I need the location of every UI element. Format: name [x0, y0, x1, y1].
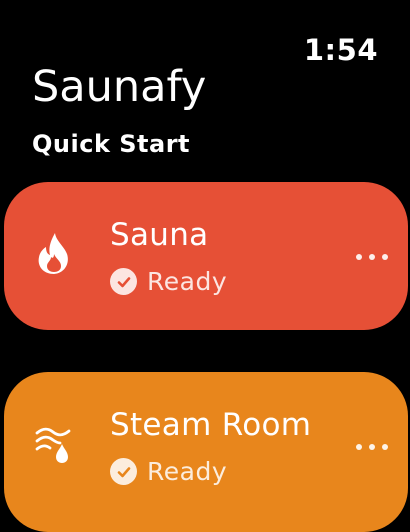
- steam-room-card[interactable]: Steam Room Ready: [4, 372, 408, 532]
- more-dot-icon: [356, 444, 362, 450]
- steam-icon: [35, 427, 71, 463]
- more-dot-icon: [369, 254, 375, 260]
- more-dot-icon: [382, 444, 388, 450]
- steam-room-card-status: Ready: [110, 458, 227, 485]
- flame-icon: [38, 233, 68, 274]
- sauna-more-button[interactable]: [356, 250, 388, 264]
- status-time: 1:54: [303, 33, 378, 67]
- sauna-status-label: Ready: [147, 267, 228, 296]
- section-title: Quick Start: [32, 130, 191, 158]
- sauna-card[interactable]: Sauna Ready: [4, 182, 408, 330]
- more-dot-icon: [382, 254, 388, 260]
- more-dot-icon: [356, 254, 362, 260]
- sauna-card-name: Sauna: [110, 217, 209, 253]
- more-dot-icon: [369, 444, 375, 450]
- steam-room-more-button[interactable]: [356, 440, 388, 454]
- steam-room-card-name: Steam Room: [110, 407, 312, 443]
- sauna-card-status: Ready: [110, 268, 227, 295]
- checkmark-icon: [110, 458, 137, 485]
- app-title: Saunafy: [32, 62, 207, 112]
- checkmark-icon: [110, 268, 137, 295]
- steam-room-status-label: Ready: [147, 457, 228, 486]
